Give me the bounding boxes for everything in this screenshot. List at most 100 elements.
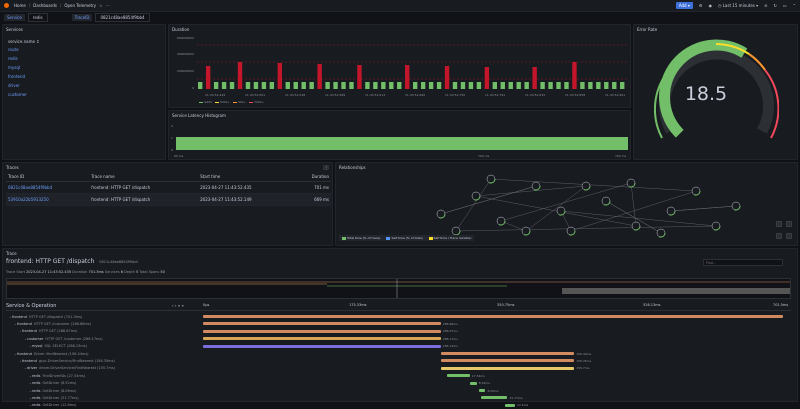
duration-bar[interactable] <box>460 82 466 89</box>
duration-bar[interactable] <box>285 82 290 89</box>
duration-bar-slow[interactable] <box>532 67 537 89</box>
duration-bar-slow[interactable] <box>317 64 322 89</box>
zoom-out-button[interactable] <box>786 221 792 227</box>
span-bar[interactable] <box>481 396 508 400</box>
duration-bar[interactable] <box>229 82 235 89</box>
duration-bar[interactable] <box>253 82 259 89</box>
span-row[interactable]: ⌄ redis GetDriver (31.77ms) <box>6 394 791 401</box>
duration-bar-slow[interactable] <box>357 65 362 89</box>
duration-bar-slow[interactable] <box>237 62 243 89</box>
span-bar[interactable] <box>440 366 575 370</box>
zoom-out-icon[interactable]: ⊖ <box>764 3 767 8</box>
duration-bar[interactable] <box>468 82 474 89</box>
column-header[interactable]: Trace name <box>89 172 199 182</box>
chevron-up-icon[interactable]: ⌃ <box>793 3 796 8</box>
breadcrumb-home[interactable]: Home <box>14 3 26 8</box>
trace-minimap[interactable] <box>6 278 791 299</box>
save-icon[interactable]: ◉ <box>708 3 712 8</box>
span-row[interactable]: ⌄ redis GetDriver (8.06ms) <box>6 387 791 394</box>
duration-bar[interactable] <box>540 82 545 89</box>
duration-bar[interactable] <box>198 82 203 89</box>
duration-bar[interactable] <box>349 82 354 89</box>
service-item[interactable]: redis <box>8 56 18 61</box>
column-header[interactable]: Start time <box>198 172 294 182</box>
span-bar[interactable] <box>469 381 477 385</box>
span-bar[interactable] <box>440 352 575 355</box>
layout-button[interactable] <box>776 233 782 239</box>
span-bar[interactable] <box>203 337 441 341</box>
duration-bar[interactable] <box>245 82 251 89</box>
column-header[interactable]: Trace ID <box>6 172 90 182</box>
duration-bar[interactable] <box>492 82 498 89</box>
duration-bar[interactable] <box>213 82 219 89</box>
duration-bar[interactable] <box>261 82 267 89</box>
duration-bar[interactable] <box>293 82 298 89</box>
duration-bar[interactable] <box>325 82 330 89</box>
share-icon[interactable]: ⋯ <box>106 3 110 8</box>
traceid-variable-input[interactable]: 0821c48ae8854f9bb4 <box>95 13 150 22</box>
duration-bar[interactable] <box>524 82 529 89</box>
service-item[interactable]: mysql <box>8 65 20 70</box>
span-row[interactable]: ⌄ redis FindDriverIDs (27.54ms) <box>6 372 791 379</box>
duration-bar[interactable] <box>309 82 314 89</box>
span-bar[interactable] <box>203 329 441 333</box>
find-input[interactable] <box>703 259 783 266</box>
node-graph[interactable] <box>396 171 766 241</box>
duration-bar[interactable] <box>564 82 569 89</box>
services-column-header[interactable]: service.name ↕ <box>8 39 40 44</box>
duration-bar-slow[interactable] <box>444 66 450 89</box>
span-row[interactable]: ⌄ frontend Driver::findNearest (156.44ms) <box>6 350 791 357</box>
duration-bar[interactable] <box>500 82 505 89</box>
span-bar[interactable] <box>203 344 441 348</box>
duration-bar[interactable] <box>428 82 434 89</box>
span-bar[interactable] <box>440 359 575 363</box>
duration-bar[interactable] <box>556 82 561 89</box>
refresh-icon[interactable]: ↻ <box>774 3 777 8</box>
duration-bar[interactable] <box>436 82 442 89</box>
table-row[interactable]: 0821c48ae8854f9bb4 frontend: HTTP GET /d… <box>6 181 331 194</box>
span-bar[interactable] <box>478 389 486 392</box>
span-bar[interactable] <box>504 403 516 407</box>
duration-bar[interactable] <box>476 82 482 89</box>
add-button[interactable]: Add ▾ <box>675 2 693 9</box>
service-item[interactable]: route <box>8 47 19 52</box>
grafana-logo-icon[interactable] <box>4 3 9 8</box>
tv-mode-icon[interactable]: ▭ <box>783 3 787 8</box>
time-picker[interactable]: ◷ Last 15 minutes ▾ <box>718 3 758 8</box>
span-bar[interactable] <box>203 315 783 318</box>
service-item[interactable]: frontend <box>8 74 25 79</box>
span-bar[interactable] <box>203 322 441 326</box>
span-row[interactable]: ⌄ frontend grpc.DriverService/FindNearest… <box>6 357 791 364</box>
legend-item[interactable]: ≤20k <box>199 100 212 104</box>
duration-bar[interactable] <box>269 82 275 89</box>
duration-bar[interactable] <box>333 82 338 89</box>
column-header[interactable]: Duration <box>293 172 331 182</box>
duration-bar[interactable] <box>365 82 370 89</box>
trace-id-link[interactable]: 0821c48ae8854f9bb4 <box>6 181 90 194</box>
breadcrumb-dashboards[interactable]: Dashboards <box>33 3 57 8</box>
duration-bar[interactable] <box>580 82 585 89</box>
duration-bar[interactable] <box>420 82 426 89</box>
span-bar[interactable] <box>446 374 470 378</box>
duration-bar[interactable] <box>548 82 553 89</box>
legend-item[interactable]: 50k+ <box>233 100 246 104</box>
duration-bar-slow[interactable] <box>484 67 490 89</box>
collapse-controls[interactable]: ‹ › « » <box>172 303 184 308</box>
service-item[interactable]: customer <box>8 92 27 97</box>
duration-bar[interactable] <box>381 82 386 89</box>
duration-bar[interactable] <box>373 82 378 89</box>
duration-bar[interactable] <box>452 82 458 89</box>
duration-bar[interactable] <box>413 82 418 89</box>
duration-bar-slow[interactable] <box>405 65 410 89</box>
duration-bar[interactable] <box>516 82 521 89</box>
duration-bar[interactable] <box>389 82 394 89</box>
legend-item[interactable]: Self time (% of total) <box>386 236 423 240</box>
star-icon[interactable]: ☆ <box>99 3 103 8</box>
duration-bar[interactable] <box>341 82 346 89</box>
duration-bar[interactable] <box>596 82 601 89</box>
duration-bar-slow[interactable] <box>572 62 577 89</box>
service-item[interactable]: driver <box>8 83 20 88</box>
legend-item[interactable]: Total time (% of trace) <box>342 236 380 240</box>
duration-bar[interactable] <box>620 82 625 89</box>
duration-bar[interactable] <box>301 82 306 89</box>
